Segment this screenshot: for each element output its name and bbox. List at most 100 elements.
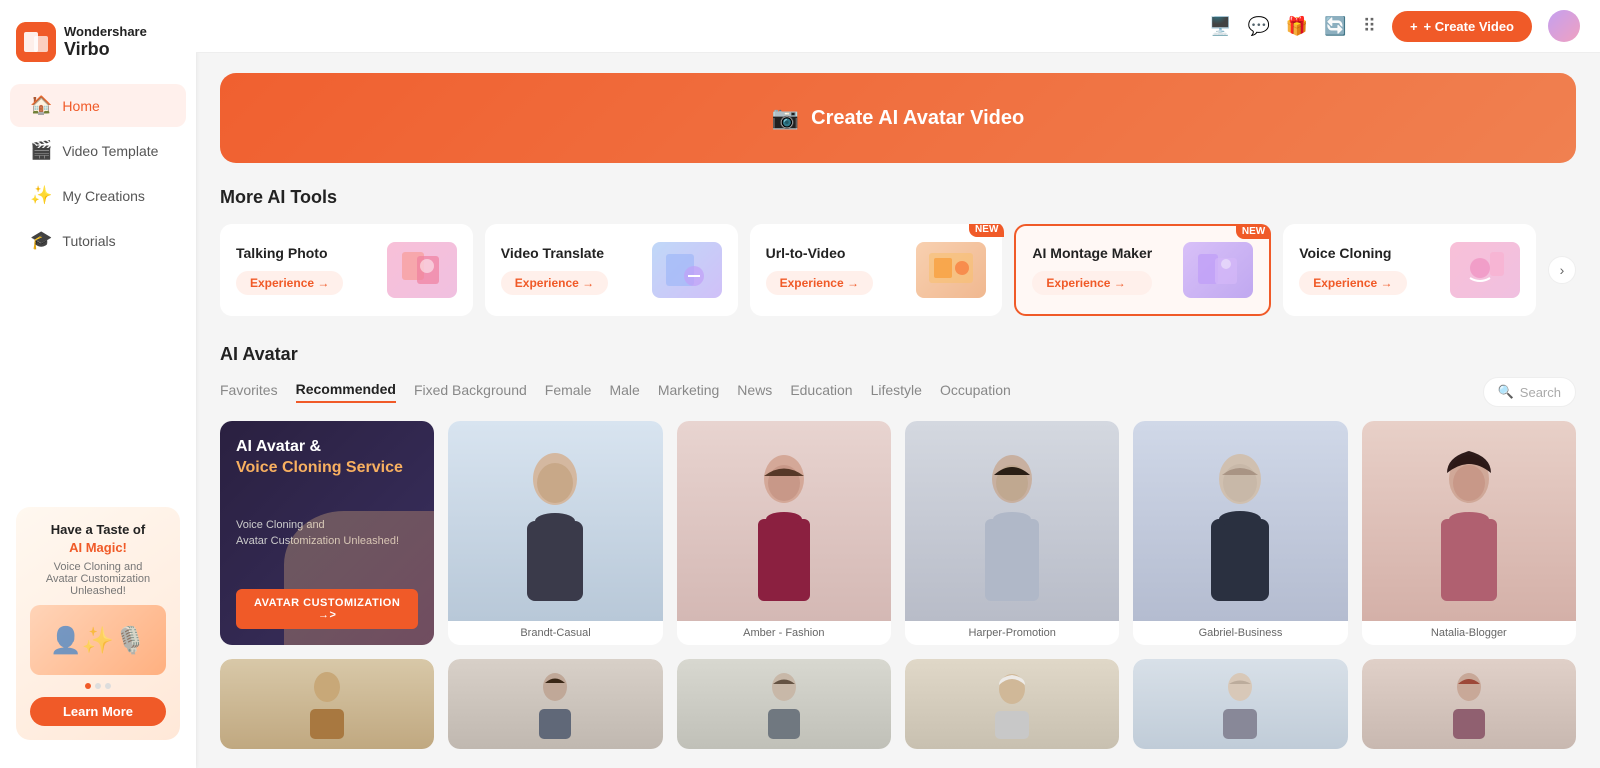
avatar-img-brandt: [448, 421, 662, 621]
promo-visual: 👤✨🎙️: [30, 605, 166, 675]
sidebar-item-my-creations[interactable]: ✨ My Creations: [10, 174, 186, 217]
avatar-section-header: AI Avatar: [220, 344, 1576, 365]
learn-more-button[interactable]: Learn More: [30, 697, 166, 726]
refresh-icon[interactable]: 🔄: [1324, 16, 1346, 37]
my-creations-icon: ✨: [30, 185, 52, 206]
avatar-card-r2-1[interactable]: [220, 659, 434, 749]
user-avatar[interactable]: [1548, 10, 1580, 42]
tab-marketing[interactable]: Marketing: [658, 382, 719, 402]
topbar: 🖥️ 💬 🎁 🔄 ⠿ + + Create Video: [196, 0, 1600, 53]
create-video-button[interactable]: + + Create Video: [1392, 11, 1532, 42]
avatar-card-brandt[interactable]: Brandt-Casual: [448, 421, 662, 645]
experience-video-translate[interactable]: Experience →: [501, 271, 608, 295]
tab-fixed-background[interactable]: Fixed Background: [414, 382, 527, 402]
avatar-card-r2-6[interactable]: [1362, 659, 1576, 749]
tab-lifestyle[interactable]: Lifestyle: [871, 382, 922, 402]
avatar-search[interactable]: 🔍 Search: [1483, 377, 1576, 407]
brand-name: Wondershare: [64, 24, 147, 40]
avatar-label-brandt: Brandt-Casual: [448, 621, 662, 645]
new-badge-ai-montage: NEW: [1236, 224, 1271, 239]
sidebar-item-home[interactable]: 🏠 Home: [10, 84, 186, 127]
grid-icon[interactable]: ⠿: [1363, 16, 1376, 37]
tool-image-video-translate: [652, 242, 722, 298]
avatar-card-r2-2[interactable]: [448, 659, 662, 749]
tab-female[interactable]: Female: [545, 382, 592, 402]
experience-voice-cloning[interactable]: Experience →: [1299, 271, 1406, 295]
sidebar-item-tutorials[interactable]: 🎓 Tutorials: [10, 219, 186, 262]
avatar-img-r2-3: [677, 659, 891, 749]
avatar-label-harper: Harper-Promotion: [905, 621, 1119, 645]
tab-news[interactable]: News: [737, 382, 772, 402]
tool-ai-montage[interactable]: NEW AI Montage Maker Experience →: [1014, 224, 1271, 316]
tools-next-arrow[interactable]: ›: [1548, 256, 1576, 284]
avatar-card-amber[interactable]: Amber - Fashion: [677, 421, 891, 645]
chat-icon[interactable]: 💬: [1248, 16, 1270, 37]
avatar-img-harper: [905, 421, 1119, 621]
tutorials-icon: 🎓: [30, 230, 52, 251]
tool-name-talking-photo: Talking Photo: [236, 245, 343, 261]
tool-image-talking-photo: [387, 242, 457, 298]
sidebar-nav: 🏠 Home 🎬 Video Template ✨ My Creations 🎓…: [0, 82, 196, 264]
avatar-grid: AI Avatar &Voice Cloning Service Voice C…: [220, 421, 1576, 645]
avatar-img-gabriel: [1133, 421, 1347, 621]
home-icon: 🏠: [30, 95, 52, 116]
tool-name-voice-cloning: Voice Cloning: [1299, 245, 1406, 261]
experience-url-to-video[interactable]: Experience →: [766, 271, 873, 295]
tool-talking-photo[interactable]: Talking Photo Experience →: [220, 224, 473, 316]
create-video-label: + Create Video: [1424, 19, 1514, 34]
new-badge-url-to-video: NEW: [969, 224, 1004, 237]
avatar-promo-card[interactable]: AI Avatar &Voice Cloning Service Voice C…: [220, 421, 434, 645]
avatar-card-r2-4[interactable]: [905, 659, 1119, 749]
avatar-card-gabriel[interactable]: Gabriel-Business: [1133, 421, 1347, 645]
tab-male[interactable]: Male: [609, 382, 639, 402]
tool-url-to-video[interactable]: NEW Url-to-Video Experience →: [750, 224, 1003, 316]
monitor-icon[interactable]: 🖥️: [1209, 16, 1231, 37]
tab-education[interactable]: Education: [790, 382, 852, 402]
promo-dots: [30, 683, 166, 689]
avatar-img-r2-2: [448, 659, 662, 749]
experience-ai-montage[interactable]: Experience →: [1032, 271, 1152, 295]
avatar-card-harper[interactable]: Harper-Promotion: [905, 421, 1119, 645]
main-content: 🖥️ 💬 🎁 🔄 ⠿ + + Create Video 📷 Create AI …: [196, 0, 1600, 768]
promo-dot-3: [105, 683, 111, 689]
avatar-card-r2-3[interactable]: [677, 659, 891, 749]
search-icon: 🔍: [1498, 384, 1514, 400]
ai-avatar-title: AI Avatar: [220, 344, 298, 365]
experience-talking-photo[interactable]: Experience →: [236, 271, 343, 295]
tool-video-translate[interactable]: Video Translate Experience →: [485, 224, 738, 316]
app-logo: [16, 22, 56, 62]
sidebar-label-home: Home: [62, 98, 99, 114]
tab-favorites[interactable]: Favorites: [220, 382, 278, 402]
tab-occupation[interactable]: Occupation: [940, 382, 1011, 402]
search-placeholder: Search: [1520, 385, 1561, 400]
avatar-img-amber: [677, 421, 891, 621]
sidebar: Wondershare Virbo 🏠 Home 🎬 Video Templat…: [0, 0, 196, 768]
sidebar-promo-area: Have a Taste of AI Magic! Voice Cloning …: [0, 491, 196, 756]
hero-banner[interactable]: 📷 Create AI Avatar Video: [220, 73, 1576, 163]
hero-text: Create AI Avatar Video: [811, 107, 1024, 130]
avatar-label-amber: Amber - Fashion: [677, 621, 891, 645]
promo-subtitle: Voice Cloning andAvatar Customization Un…: [30, 561, 166, 597]
promo-highlight: AI Magic!: [69, 540, 127, 555]
promo-title: Have a Taste of AI Magic!: [30, 521, 166, 557]
sidebar-label-my-creations: My Creations: [62, 188, 144, 204]
tool-image-voice-cloning: [1450, 242, 1520, 298]
promo-dot-1: [85, 683, 91, 689]
gift-icon[interactable]: 🎁: [1286, 16, 1308, 37]
avatar-customization-button[interactable]: AVATAR CUSTOMIZATION →>: [236, 589, 418, 629]
avatar-card-r2-5[interactable]: [1133, 659, 1347, 749]
avatar-img-r2-6: [1362, 659, 1576, 749]
product-name: Virbo: [64, 39, 147, 60]
hero-icon: 📷: [772, 105, 799, 131]
video-template-icon: 🎬: [30, 140, 52, 161]
sidebar-item-video-template[interactable]: 🎬 Video Template: [10, 129, 186, 172]
avatar-img-r2-4: [905, 659, 1119, 749]
tab-recommended[interactable]: Recommended: [296, 381, 396, 403]
avatar-tabs: Favorites Recommended Fixed Background F…: [220, 381, 1011, 403]
avatar-card-natalia[interactable]: Natalia-Blogger: [1362, 421, 1576, 645]
more-ai-tools-title: More AI Tools: [220, 187, 1576, 208]
sidebar-label-tutorials: Tutorials: [62, 233, 115, 249]
tool-voice-cloning[interactable]: Voice Cloning Experience →: [1283, 224, 1536, 316]
sidebar-label-video-template: Video Template: [62, 143, 158, 159]
avatar-img-r2-5: [1133, 659, 1347, 749]
